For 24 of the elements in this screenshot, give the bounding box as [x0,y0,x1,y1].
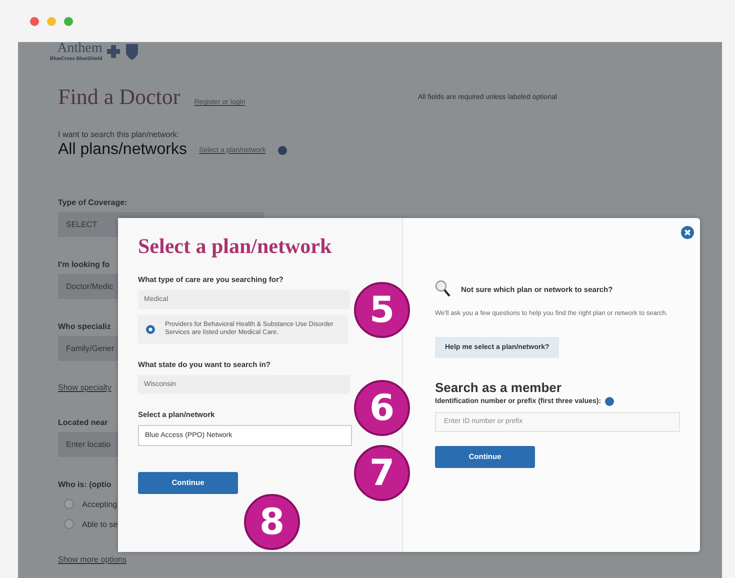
form-label: I'm looking fo [58,260,110,269]
close-icon[interactable] [681,226,694,239]
radio-button[interactable] [64,519,74,529]
radio-label: Accepting [82,500,118,508]
form-label: Who specializ [58,322,111,331]
radio-label: Able to se [82,520,118,528]
form-label: Located near [58,418,108,427]
page-title: Find a Doctor [58,84,180,110]
plan-label: I want to search this plan/network: [58,130,180,139]
window-minimize-dot[interactable] [47,16,56,26]
form-link[interactable]: Show specialty [58,383,112,392]
search-icon [435,280,451,298]
form-link[interactable]: Show more options [58,555,126,564]
modal-title: Select a plan/network [138,234,333,259]
form-label: Type of Coverage: [58,198,128,207]
window-close-dot[interactable] [30,16,39,26]
info-icon [146,324,155,334]
plan-value: All plans/networks [58,141,187,159]
logo-name: Anthem [57,42,102,56]
form-label: Who is: (optio [58,480,112,489]
window-zoom-dot[interactable] [64,16,73,26]
radio-button[interactable] [64,499,74,509]
cross-shield-icon [106,42,140,60]
member-heading: Search as a member [435,380,562,395]
